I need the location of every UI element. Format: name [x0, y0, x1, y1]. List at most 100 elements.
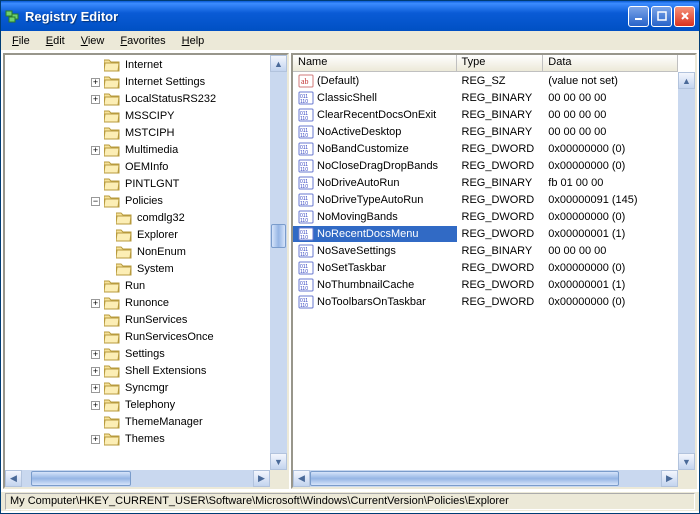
expand-spacer — [91, 333, 100, 342]
tree-item[interactable]: +Internet Settings — [7, 74, 270, 91]
scroll-up-button[interactable]: ▲ — [270, 55, 287, 72]
menu-edit[interactable]: Edit — [39, 33, 72, 49]
tree-item[interactable]: OEMInfo — [7, 159, 270, 176]
list-item[interactable]: 011110NoActiveDesktopREG_BINARY00 00 00 … — [293, 123, 678, 140]
list-item[interactable]: 011110NoDriveTypeAutoRunREG_DWORD0x00000… — [293, 191, 678, 208]
expand-icon[interactable]: + — [91, 384, 100, 393]
tree-item[interactable]: +Syncmgr — [7, 380, 270, 397]
maximize-button[interactable] — [651, 6, 672, 27]
tree-scrollbar-horizontal[interactable]: ◀ ▶ — [5, 470, 270, 487]
expand-icon[interactable]: + — [91, 299, 100, 308]
value-data: (value not set) — [543, 75, 678, 87]
scroll-up-button[interactable]: ▲ — [678, 72, 695, 89]
expand-icon[interactable]: + — [91, 401, 100, 410]
scroll-down-button[interactable]: ▼ — [270, 453, 287, 470]
tree-item[interactable]: + LocalStatusRS232 — [7, 91, 270, 108]
tree-item[interactable]: Run — [7, 278, 270, 295]
scroll-right-button[interactable]: ▶ — [661, 470, 678, 487]
expand-icon[interactable]: + — [91, 367, 100, 376]
list-item[interactable]: 011110NoSetTaskbarREG_DWORD0x00000000 (0… — [293, 259, 678, 276]
expand-icon[interactable]: + — [91, 146, 100, 155]
svg-text:110: 110 — [300, 303, 308, 309]
tree-item[interactable]: −Policies — [7, 193, 270, 210]
list-item[interactable]: ab(Default)REG_SZ(value not set) — [293, 72, 678, 89]
collapse-icon[interactable]: − — [91, 197, 100, 206]
value-data: 00 00 00 00 — [543, 245, 678, 257]
column-header-type[interactable]: Type — [457, 55, 544, 71]
folder-icon — [104, 161, 120, 174]
tree-item[interactable]: System — [7, 261, 270, 278]
expand-icon[interactable]: + — [91, 435, 100, 444]
menu-view[interactable]: View — [74, 33, 112, 49]
list-scrollbar-horizontal[interactable]: ◀ ▶ — [293, 470, 678, 487]
tree-item[interactable]: +Runonce — [7, 295, 270, 312]
value-type: REG_BINARY — [457, 245, 544, 257]
binary-value-icon: 011110 — [298, 260, 314, 276]
tree-item[interactable]: +Themes — [7, 431, 270, 448]
tree-item[interactable]: RunServicesOnce — [7, 329, 270, 346]
values-list[interactable]: ab(Default)REG_SZ(value not set)011110Cl… — [293, 72, 678, 470]
scroll-left-button[interactable]: ◀ — [293, 470, 310, 487]
tree-scrollbar-vertical[interactable]: ▲ ▼ — [270, 55, 287, 470]
tree-label: Multimedia — [123, 142, 180, 159]
folder-icon — [104, 416, 120, 429]
column-header-name[interactable]: Name — [293, 55, 457, 71]
tree-item[interactable]: NonEnum — [7, 244, 270, 261]
minimize-button[interactable] — [628, 6, 649, 27]
tree-item[interactable]: Explorer — [7, 227, 270, 244]
menu-help[interactable]: Help — [175, 33, 212, 49]
folder-icon — [104, 76, 120, 89]
tree-item[interactable]: +Shell Extensions — [7, 363, 270, 380]
tree-item[interactable]: MSSCIPY — [7, 108, 270, 125]
list-header: Name Type Data — [293, 55, 678, 72]
binary-value-icon: 011110 — [298, 158, 314, 174]
folder-icon — [104, 382, 120, 395]
expand-icon[interactable]: + — [91, 78, 100, 87]
tree-item[interactable]: RunServices — [7, 312, 270, 329]
value-data: 0x00000000 (0) — [543, 211, 678, 223]
close-button[interactable] — [674, 6, 695, 27]
registry-tree[interactable]: Internet+Internet Settings+LocalStatusRS… — [5, 55, 270, 470]
scroll-thumb-horizontal[interactable] — [310, 471, 619, 486]
list-item[interactable]: 011110NoMovingBandsREG_DWORD0x00000000 (… — [293, 208, 678, 225]
scroll-right-button[interactable]: ▶ — [253, 470, 270, 487]
list-item[interactable]: 011110NoThumbnailCacheREG_DWORD0x0000000… — [293, 276, 678, 293]
expand-icon[interactable]: + — [91, 350, 100, 359]
tree-label: LocalStatusRS232 — [123, 91, 218, 108]
list-item[interactable]: 011110NoBandCustomizeREG_DWORD0x00000000… — [293, 140, 678, 157]
value-name: (Default) — [317, 75, 359, 87]
tree-item[interactable]: +Settings — [7, 346, 270, 363]
tree-item[interactable]: ThemeManager — [7, 414, 270, 431]
expand-icon[interactable]: + — [91, 95, 100, 104]
tree-item[interactable]: +Telephony — [7, 397, 270, 414]
column-header-data[interactable]: Data — [543, 55, 678, 71]
tree-item[interactable]: MSTCIPH — [7, 125, 270, 142]
menu-file[interactable]: File — [5, 33, 37, 49]
tree-item[interactable]: PINTLGNT — [7, 176, 270, 193]
scroll-thumb-vertical[interactable] — [271, 224, 286, 248]
list-item[interactable]: 011110NoSaveSettingsREG_BINARY00 00 00 0… — [293, 242, 678, 259]
list-item[interactable]: 011110ClassicShellREG_BINARY00 00 00 00 — [293, 89, 678, 106]
tree-panel: Internet+Internet Settings+LocalStatusRS… — [3, 53, 289, 489]
tree-label: RunServicesOnce — [123, 329, 216, 346]
tree-label: Explorer — [135, 227, 180, 244]
list-item[interactable]: 011110NoRecentDocsMenuREG_DWORD0x0000000… — [293, 225, 678, 242]
string-value-icon: ab — [298, 73, 314, 89]
scroll-left-button[interactable]: ◀ — [5, 470, 22, 487]
tree-item[interactable]: + Multimedia — [7, 142, 270, 159]
svg-text:110: 110 — [300, 235, 308, 241]
tree-item[interactable]: Internet — [7, 57, 270, 74]
menu-favorites[interactable]: Favorites — [113, 33, 172, 49]
svg-text:110: 110 — [300, 201, 308, 207]
list-item[interactable]: 011110NoCloseDragDropBandsREG_DWORD0x000… — [293, 157, 678, 174]
tree-label: PINTLGNT — [123, 176, 181, 193]
titlebar[interactable]: Registry Editor — [1, 1, 699, 31]
scroll-down-button[interactable]: ▼ — [678, 453, 695, 470]
list-item[interactable]: 011110NoDriveAutoRunREG_BINARYfb 01 00 0… — [293, 174, 678, 191]
tree-item[interactable]: comdlg32 — [7, 210, 270, 227]
tree-label: OEMInfo — [123, 159, 170, 176]
list-item[interactable]: 011110ClearRecentDocsOnExitREG_BINARY00 … — [293, 106, 678, 123]
scroll-thumb-horizontal[interactable] — [31, 471, 131, 486]
list-scrollbar-vertical[interactable]: ▲ ▼ — [678, 72, 695, 470]
list-item[interactable]: 011110NoToolbarsOnTaskbarREG_DWORD0x0000… — [293, 293, 678, 310]
